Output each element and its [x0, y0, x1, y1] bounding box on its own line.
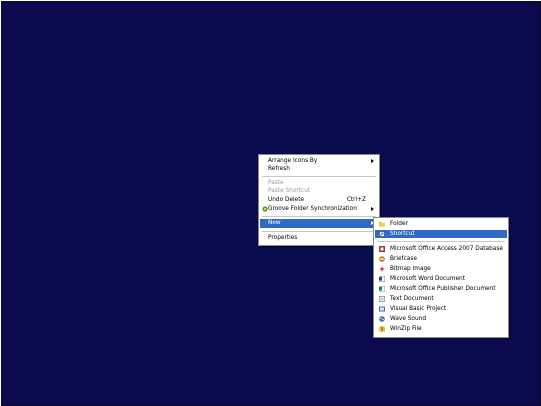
menu-item-arrange-icons-by[interactable]: Arrange Icons By: [260, 157, 378, 165]
submenu-item-shortcut[interactable]: Shortcut: [375, 230, 507, 238]
menu-separator: [262, 231, 376, 232]
menu-item-label: Bitmap Image: [390, 266, 431, 272]
menu-item-label: Folder: [390, 221, 408, 227]
submenu-arrow-icon: [371, 159, 374, 163]
folder-icon: [379, 221, 385, 227]
menu-item-label: Microsoft Word Document: [390, 276, 465, 282]
groove-sync-icon: [262, 206, 268, 212]
wave-sound-icon: [379, 316, 385, 322]
menu-item-new[interactable]: New: [260, 219, 378, 228]
publisher-document-icon: [379, 285, 386, 293]
menu-item-properties[interactable]: Properties: [260, 234, 378, 242]
menu-item-label: Properties: [268, 235, 298, 241]
submenu-item-winzip-file[interactable]: WinZip File: [375, 325, 507, 333]
visual-basic-project-icon: [379, 306, 385, 312]
menu-separator: [377, 241, 505, 242]
menu-item-undo-delete[interactable]: Undo Delete Ctrl+Z: [260, 196, 378, 204]
menu-item-label: Groove Folder Synchronization: [268, 206, 357, 212]
menu-item-label: Wave Sound: [390, 316, 427, 322]
menu-item-label: Microsoft Office Access 2007 Database: [390, 246, 503, 252]
desktop-context-menu: Arrange Icons By Refresh Paste Paste Sho…: [258, 154, 380, 246]
menu-item-refresh[interactable]: Refresh: [260, 165, 378, 173]
submenu-item-briefcase[interactable]: Briefcase: [375, 255, 507, 263]
menu-item-label: WinZip File: [390, 326, 422, 332]
keyboard-shortcut: Ctrl+Z: [346, 197, 366, 203]
menu-separator: [262, 216, 376, 217]
menu-item-label: Text Document: [390, 296, 434, 302]
menu-item-label: Refresh: [268, 166, 290, 172]
menu-item-label: Arrange Icons By: [268, 158, 318, 164]
menu-item-label: Microsoft Office Publisher Document: [390, 286, 496, 292]
submenu-item-publisher-document[interactable]: Microsoft Office Publisher Document: [375, 285, 507, 293]
briefcase-icon: [379, 256, 385, 262]
submenu-item-wave-sound[interactable]: Wave Sound: [375, 315, 507, 323]
menu-item-groove-folder-synchronization[interactable]: Groove Folder Synchronization: [260, 205, 378, 213]
submenu-item-text-document[interactable]: Text Document: [375, 295, 507, 303]
submenu-arrow-icon: [371, 207, 374, 211]
new-submenu: Folder Shortcut Microsoft Office Access …: [373, 217, 509, 338]
submenu-item-word-document[interactable]: Microsoft Word Document: [375, 275, 507, 283]
menu-item-paste[interactable]: Paste: [260, 179, 378, 187]
menu-item-label: Visual Basic Project: [390, 306, 447, 312]
menu-item-label: Briefcase: [390, 256, 417, 262]
shortcut-icon: [379, 231, 385, 237]
submenu-item-folder[interactable]: Folder: [375, 220, 507, 228]
submenu-item-access-database[interactable]: Microsoft Office Access 2007 Database: [375, 245, 507, 253]
menu-item-paste-shortcut[interactable]: Paste Shortcut: [260, 187, 378, 195]
submenu-item-bitmap-image[interactable]: Bitmap Image: [375, 265, 507, 273]
menu-item-label: Paste: [268, 180, 284, 186]
bitmap-image-icon: [379, 266, 385, 272]
menu-item-label: Undo Delete: [268, 197, 305, 203]
text-document-icon: [379, 296, 385, 303]
winzip-file-icon: [379, 326, 385, 332]
submenu-item-visual-basic-project[interactable]: Visual Basic Project: [375, 305, 507, 313]
word-document-icon: [379, 275, 386, 283]
menu-item-label: New: [268, 220, 281, 226]
access-database-icon: [379, 246, 385, 252]
menu-separator: [262, 176, 376, 177]
menu-item-label: Paste Shortcut: [268, 188, 311, 194]
menu-item-label: Shortcut: [390, 231, 415, 237]
